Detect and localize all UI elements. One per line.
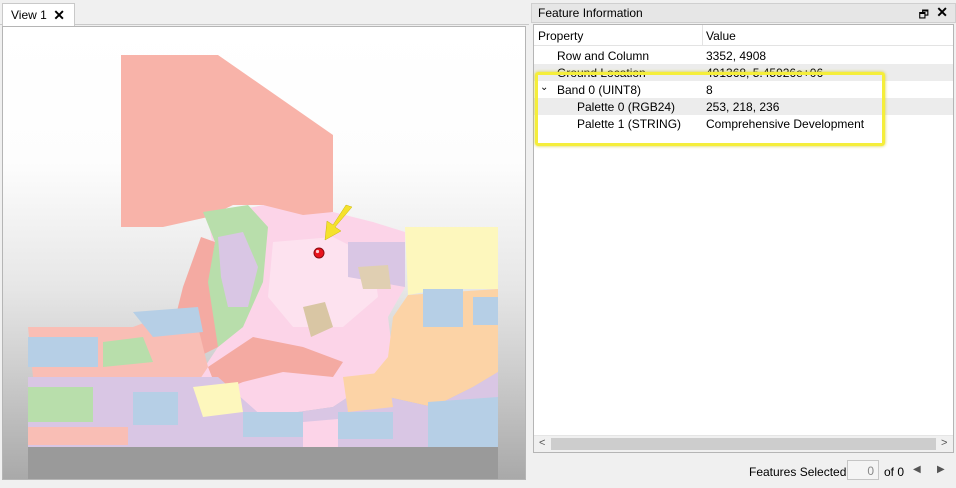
map-zone-blue-east: [423, 289, 463, 327]
row-property: Palette 1 (STRING): [577, 117, 682, 131]
column-header-value[interactable]: Value: [706, 29, 736, 43]
map-zone-salmon-south: [28, 427, 128, 445]
view-tab-bar: View 1 ✕: [0, 0, 529, 26]
map-zone-blue-south-3: [338, 412, 393, 439]
features-total: of 0: [884, 465, 905, 479]
chevron-down-icon[interactable]: ⌄: [540, 82, 548, 93]
map-zone-yellow-east: [405, 227, 498, 295]
map-zone-blue-southwest: [28, 337, 98, 367]
map-zone-blue-south-2: [243, 412, 303, 437]
row-property: Ground Location: [557, 66, 646, 80]
map-zone-blue-east-2: [473, 297, 498, 325]
map-view-panel: View 1 ✕: [0, 0, 529, 488]
tree-row-palette-0[interactable]: Palette 0 (RGB24) 253, 218, 236: [534, 98, 953, 115]
panel-header: Feature Information 🗗 ✕: [531, 3, 956, 23]
scroll-thumb[interactable]: [551, 438, 936, 450]
row-value: Comprehensive Development: [706, 117, 865, 131]
tab-close-icon[interactable]: ✕: [53, 7, 65, 24]
map-zone-industrial-north: [121, 55, 333, 227]
row-value: 253, 218, 236: [706, 100, 780, 114]
tab-label: View 1: [11, 8, 47, 22]
feature-information-panel: Feature Information 🗗 ✕ Property Value R…: [531, 0, 956, 488]
horizontal-scrollbar[interactable]: < >: [534, 435, 953, 452]
map-zone-blue-south-4: [428, 397, 498, 447]
land-use-map[interactable]: [3, 27, 526, 480]
panel-close-icon[interactable]: ✕: [936, 4, 948, 21]
map-zone-blue-south-1: [133, 392, 178, 425]
row-property: Band 0 (UINT8): [557, 83, 642, 97]
previous-feature-icon[interactable]: ◀: [913, 464, 921, 475]
features-selected-label: Features Selected:: [749, 465, 850, 479]
tree-row-band-0[interactable]: ⌄ Band 0 (UINT8) 8: [534, 81, 953, 98]
map-zone-pink-south: [303, 419, 338, 447]
row-property: Palette 0 (RGB24): [577, 100, 676, 114]
tree-header: Property Value: [534, 25, 953, 46]
features-selected-count[interactable]: 0: [847, 460, 879, 480]
map-zone-green-south: [28, 387, 93, 422]
map-canvas[interactable]: [2, 26, 526, 480]
map-zone-tan-central: [358, 265, 391, 289]
panel-title: Feature Information: [538, 6, 643, 20]
row-value: 491368, 5.45926e+06: [706, 66, 824, 80]
tree-row-ground-location[interactable]: Ground Location 491368, 5.45926e+06: [534, 64, 953, 81]
property-tree[interactable]: Property Value Row and Column 3352, 4908…: [533, 24, 954, 453]
map-zone-orange-south: [343, 372, 393, 412]
column-separator[interactable]: [702, 25, 703, 46]
scroll-left-icon[interactable]: <: [539, 437, 545, 449]
restore-window-icon[interactable]: 🗗: [919, 6, 929, 25]
column-header-property[interactable]: Property: [538, 29, 583, 43]
status-bar: Features Selected: 0 of 0 ◀ ▶: [531, 457, 956, 485]
tree-row-row-and-column[interactable]: Row and Column 3352, 4908: [534, 47, 953, 64]
tree-row-palette-1[interactable]: Palette 1 (STRING) Comprehensive Develop…: [534, 115, 953, 132]
row-value: 3352, 4908: [706, 49, 767, 63]
tab-view-1[interactable]: View 1 ✕: [2, 3, 75, 26]
location-marker[interactable]: [313, 247, 325, 259]
scroll-right-icon[interactable]: >: [941, 437, 947, 449]
location-marker-highlight: [315, 249, 320, 254]
row-value: 8: [706, 83, 713, 97]
row-property: Row and Column: [557, 49, 650, 63]
next-feature-icon[interactable]: ▶: [937, 464, 945, 475]
map-zone-bottom-landmass: [28, 447, 498, 479]
